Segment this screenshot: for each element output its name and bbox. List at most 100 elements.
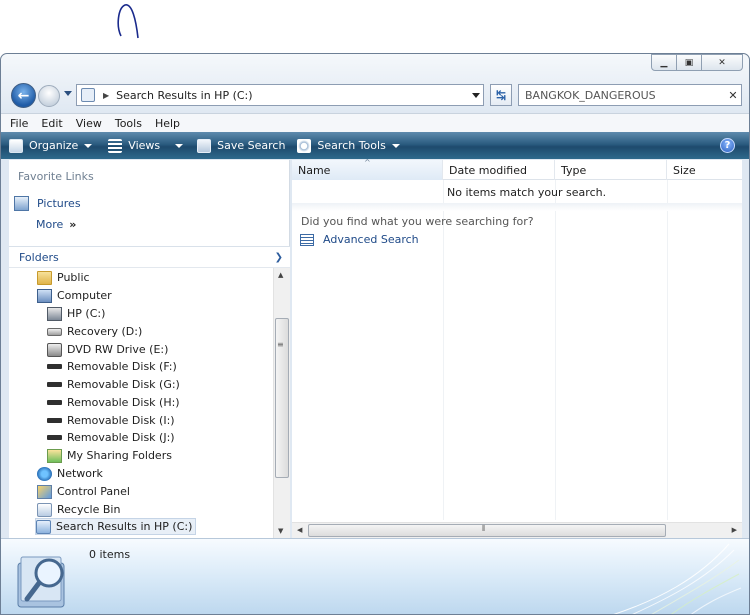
tree-item-dvd-e[interactable]: DVD RW Drive (E:) xyxy=(47,341,168,358)
drive-icon xyxy=(47,327,62,336)
tree-item-search-results[interactable]: Search Results in HP (C:) xyxy=(35,518,197,535)
empty-results-message: No items match your search. xyxy=(447,186,607,199)
tree-item-network[interactable]: Network xyxy=(37,465,103,482)
menu-help[interactable]: Help xyxy=(155,117,180,130)
organize-button[interactable]: Organize xyxy=(9,138,93,153)
menu-edit[interactable]: Edit xyxy=(41,117,62,130)
pictures-icon xyxy=(14,196,29,211)
pen-stroke-mark xyxy=(117,4,139,39)
favorite-link-pictures[interactable]: Pictures xyxy=(14,196,81,211)
folders-header[interactable]: Folders ❯ xyxy=(9,246,290,268)
chevron-down-icon: ❯ xyxy=(274,252,283,263)
grip-icon: ≡ xyxy=(277,340,284,349)
tree-item-computer[interactable]: Computer xyxy=(37,287,112,304)
refresh-button[interactable]: ↹ xyxy=(490,84,512,106)
back-button[interactable]: ← xyxy=(11,83,36,108)
tree-item-label: Computer xyxy=(57,289,112,302)
recycle-bin-icon xyxy=(37,502,52,517)
scroll-left-icon[interactable]: ◀ xyxy=(297,526,302,534)
tree-item-removable-f[interactable]: Removable Disk (F:) xyxy=(47,358,177,375)
sharing-folder-icon xyxy=(47,448,62,463)
search-input[interactable]: BANGKOK_DANGEROUS xyxy=(525,89,725,102)
column-header-size[interactable]: Size xyxy=(667,160,742,180)
tree-item-label: Removable Disk (H:) xyxy=(67,396,180,409)
breadcrumb-separator-icon[interactable]: ▶ xyxy=(103,91,109,100)
tree-item-label: Removable Disk (F:) xyxy=(67,360,177,373)
favorite-link-label: Pictures xyxy=(37,197,81,210)
tree-item-label: Network xyxy=(57,467,103,480)
tree-item-public[interactable]: Public xyxy=(37,269,90,286)
search-tools-button[interactable]: Search Tools xyxy=(297,138,400,153)
item-count: 0 items xyxy=(89,548,131,561)
scroll-right-icon[interactable]: ▶ xyxy=(732,526,737,534)
tree-item-label: Removable Disk (I:) xyxy=(67,414,175,427)
search-folder-icon xyxy=(81,88,95,102)
search-folder-large-icon xyxy=(17,556,65,608)
clear-search-icon[interactable]: ✕ xyxy=(725,89,741,102)
column-label: Type xyxy=(561,163,587,177)
tree-item-label: Recovery (D:) xyxy=(67,325,143,338)
tree-item-recovery-d[interactable]: Recovery (D:) xyxy=(47,323,142,340)
menu-file[interactable]: File xyxy=(10,117,28,130)
favorite-links-title: Favorite Links xyxy=(18,170,94,183)
removable-disk-icon xyxy=(47,418,62,423)
menu-bar: File Edit View Tools Help xyxy=(1,113,749,132)
tree-item-label: Control Panel xyxy=(57,485,130,498)
decorative-swoosh-graphic xyxy=(613,543,742,614)
address-bar-row: ← ▶ Search Results in HP (C:) ↹ BANGKOK_… xyxy=(9,81,742,109)
minimize-button[interactable]: ▁ xyxy=(651,54,677,71)
scrollbar-thumb[interactable] xyxy=(308,524,666,537)
tree-item-removable-h[interactable]: Removable Disk (H:) xyxy=(47,394,180,411)
close-button[interactable]: ✕ xyxy=(701,54,743,71)
tree-item-label: Recycle Bin xyxy=(57,503,121,516)
tree-item-removable-j[interactable]: Removable Disk (J:) xyxy=(47,429,175,446)
tree-item-removable-i[interactable]: Removable Disk (I:) xyxy=(47,412,175,429)
views-button[interactable]: Views xyxy=(108,138,184,153)
removable-disk-icon xyxy=(47,364,62,369)
search-results-icon xyxy=(36,519,51,534)
menu-view[interactable]: View xyxy=(76,117,102,130)
scroll-up-icon[interactable]: ▲ xyxy=(278,271,283,279)
tree-item-control-panel[interactable]: Control Panel xyxy=(37,483,130,500)
maximize-button[interactable]: ▣ xyxy=(676,54,702,71)
tree-item-label: Removable Disk (J:) xyxy=(67,431,175,444)
file-list-pane: Name ^ Date modified Type Size No items m… xyxy=(292,158,742,538)
navigation-pane: Favorite Links Pictures More » Folders ❯… xyxy=(9,160,290,538)
tree-item-label: Public xyxy=(57,271,90,284)
recent-pages-dropdown[interactable] xyxy=(64,91,72,96)
address-path[interactable]: Search Results in HP (C:) xyxy=(116,89,469,102)
address-field[interactable]: ▶ Search Results in HP (C:) xyxy=(76,84,484,106)
column-label: Size xyxy=(673,163,696,177)
column-header-type[interactable]: Type xyxy=(555,160,667,180)
folder-tree: Public Computer HP (C:) Recovery (D:) DV… xyxy=(9,268,273,538)
more-links-button[interactable]: More » xyxy=(36,218,76,231)
tree-item-recycle-bin[interactable]: Recycle Bin xyxy=(37,501,120,518)
save-search-label: Save Search xyxy=(217,139,286,152)
details-pane: 0 items xyxy=(1,538,749,614)
scroll-down-icon[interactable]: ▼ xyxy=(278,527,283,535)
folder-tree-scrollbar[interactable]: ▲ ≡ ▼ xyxy=(273,268,290,538)
column-header-name[interactable]: Name ^ xyxy=(292,158,443,180)
forward-button[interactable] xyxy=(38,85,60,107)
save-search-button[interactable]: Save Search xyxy=(197,138,286,153)
search-box[interactable]: BANGKOK_DANGEROUS ✕ xyxy=(518,84,742,106)
hard-drive-icon xyxy=(47,306,62,321)
column-divider xyxy=(555,180,556,520)
column-header-date-modified[interactable]: Date modified xyxy=(443,160,555,180)
menu-tools[interactable]: Tools xyxy=(115,117,142,130)
command-bar: Organize Views Save Search Search Tools … xyxy=(1,132,749,159)
address-dropdown-button[interactable] xyxy=(469,92,483,98)
back-arrow-icon: ← xyxy=(17,87,30,104)
tree-item-my-sharing-folders[interactable]: My Sharing Folders xyxy=(47,447,172,464)
views-label: Views xyxy=(128,139,161,152)
folders-title: Folders xyxy=(19,250,59,264)
advanced-search-link[interactable]: Advanced Search xyxy=(300,233,419,246)
file-list-horizontal-scrollbar[interactable]: ◀ ⦀ ▶ xyxy=(292,522,742,538)
search-suggestion-band xyxy=(292,203,742,211)
views-icon xyxy=(108,138,123,153)
search-feedback-text: Did you find what you were searching for… xyxy=(301,215,534,228)
search-tools-label: Search Tools xyxy=(317,139,386,152)
help-icon[interactable]: ? xyxy=(720,138,735,153)
tree-item-removable-g[interactable]: Removable Disk (G:) xyxy=(47,376,180,393)
tree-item-hp-c[interactable]: HP (C:) xyxy=(47,305,105,322)
